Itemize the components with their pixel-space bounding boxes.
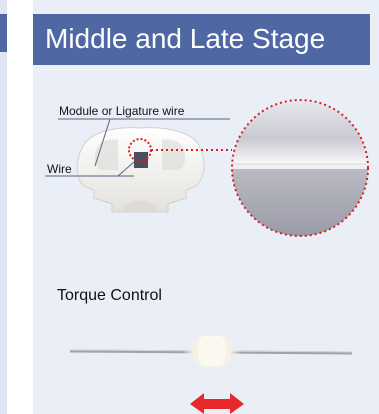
torque-control-label: Torque Control (57, 287, 162, 304)
zoom-detail (231, 99, 369, 237)
double-arrow-icon (190, 393, 244, 414)
bracket-diagram (45, 99, 369, 414)
bracket-shape (76, 127, 205, 213)
torque-wire (69, 329, 353, 373)
module-label: Module or Ligature wire (59, 104, 185, 118)
wire-label: Wire (47, 162, 72, 176)
